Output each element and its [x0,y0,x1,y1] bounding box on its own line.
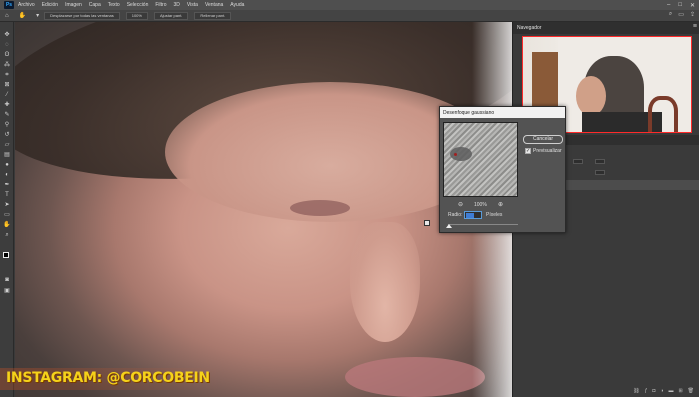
foreground-color-swatch[interactable] [3,252,9,258]
radius-slider-handle[interactable] [446,224,452,228]
dodge-tool-icon[interactable]: ◐ [0,170,14,180]
menu-capa[interactable]: Capa [89,2,101,8]
scroll-all-windows-checkbox[interactable]: Desplazarse por todas las ventanas [44,11,120,20]
options-bar: ⌂ ✋ ▾ Desplazarse por todas las ventanas… [0,10,699,22]
blur-tool-icon[interactable]: ● [0,160,14,170]
brush-tool-icon[interactable]: ✎ [0,110,14,120]
preview-spot [454,153,457,156]
radius-value [466,213,474,218]
photoshop-logo[interactable]: Ps [4,1,14,9]
trash-icon[interactable]: 🗑 [688,388,694,394]
dialog-preview[interactable] [443,122,518,197]
preview-checkbox[interactable]: ✓ [525,148,531,154]
radius-input[interactable] [464,211,482,219]
menu-seleccion[interactable]: Selección [127,2,149,8]
new-layer-icon[interactable]: ⊞ [678,388,682,394]
navigator-header: Navegador ≡ [513,22,699,34]
healing-brush-icon[interactable]: ✚ [0,100,14,110]
watermark: INSTAGRAM: @CORCOBEIN [0,360,240,397]
rectangle-tool-icon[interactable]: ▭ [0,210,14,220]
zoom-level: 100% [474,202,487,208]
close-icon[interactable]: ✕ [690,2,695,9]
eyedropper-icon[interactable]: ⁄ [0,90,14,100]
menu-ventana[interactable]: Ventana [205,2,223,8]
dialog-titlebar[interactable]: Desenfoque gaussiano [440,107,565,118]
crop-tool-icon[interactable]: ⌗ [0,70,14,80]
document-canvas[interactable] [15,22,512,397]
gradient-tool-icon[interactable]: ▤ [0,150,14,160]
menu-texto[interactable]: Texto [108,2,120,8]
eraser-tool-icon[interactable]: ▱ [0,140,14,150]
menu-ayuda[interactable]: Ayuda [230,2,244,8]
menu-imagen[interactable]: Imagen [65,2,82,8]
panel-menu-icon[interactable]: ≡ [693,23,697,30]
window-controls: – □ ✕ [667,0,695,10]
workspace-icon[interactable]: ▭ [678,11,684,18]
screen-mode-icon[interactable]: ▣ [0,286,14,296]
preview-label: Previsualizar [533,148,562,154]
zoom-out-icon[interactable]: ⊖ [458,201,463,208]
options-right-icons: ⌕ ▭ ⇪ [669,11,695,18]
type-tool-icon[interactable]: T [0,190,14,200]
zoom-in-icon[interactable]: ⊕ [498,201,503,208]
radius-slider-track[interactable] [448,224,518,225]
chevron-down-icon[interactable]: ▾ [36,12,39,19]
link-icon[interactable]: ⛓ [633,388,639,394]
menu-edicion[interactable]: Edición [42,2,58,8]
quick-mask-icon[interactable]: ◙ [0,275,14,285]
folder-icon[interactable]: ▬ [668,388,673,394]
fill-field[interactable] [595,170,605,175]
pen-tool-icon[interactable]: ✒ [0,180,14,190]
home-icon[interactable]: ⌂ [5,13,9,19]
move-tool-icon[interactable]: ✥ [0,30,14,40]
marquee-tool-icon[interactable]: ◌ [0,40,14,50]
fill-screen-button[interactable]: Rellenar pant. [194,11,232,20]
magic-wand-icon[interactable]: ⁂ [0,60,14,70]
maximize-icon[interactable]: □ [678,2,682,8]
search-icon[interactable]: ⌕ [669,11,672,18]
hand-tool-icon[interactable]: ✋ [19,12,26,19]
menu-bar: Ps Archivo Edición Imagen Capa Texto Sel… [0,0,699,10]
tools-panel: ✥ ◌ ʘ ⁂ ⌗ ⊠ ⁄ ✚ ✎ ⚲ ↺ ▱ ▤ ● ◐ ✒ T ➤ ▭ ✋ … [0,22,14,397]
mask-icon[interactable]: ◘ [652,388,655,394]
blend-field[interactable] [573,159,583,164]
menu-vista[interactable]: Vista [187,2,198,8]
lasso-tool-icon[interactable]: ʘ [0,50,14,60]
menu-archivo[interactable]: Archivo [18,2,35,8]
opacity-field[interactable] [595,159,605,164]
frame-tool-icon[interactable]: ⊠ [0,80,14,90]
hand-tool-icon[interactable]: ✋ [0,220,14,230]
share-icon[interactable]: ⇪ [690,11,695,18]
navigator-title[interactable]: Navegador [517,25,541,31]
canvas-lips-region [345,357,485,397]
unit-label: Píxeles [486,212,503,218]
minimize-icon[interactable]: – [667,2,670,8]
stamp-tool-icon[interactable]: ⚲ [0,120,14,130]
adjustment-icon[interactable]: ◑ [660,388,663,394]
canvas-nose-region [350,222,420,342]
zoom-tool-icon[interactable]: ⌕ [0,230,14,240]
menu-filtro[interactable]: Filtro [155,2,166,8]
gaussian-blur-dialog: Desenfoque gaussiano ⊖ 100% ⊕ Cancelar ✓… [439,106,566,233]
cursor-square [424,220,430,226]
history-brush-icon[interactable]: ↺ [0,130,14,140]
dialog-title: Desenfoque gaussiano [443,110,495,116]
path-selection-icon[interactable]: ➤ [0,200,14,210]
zoom-value-field[interactable]: 100% [125,11,148,20]
cancel-button[interactable]: Cancelar [523,135,563,144]
menu-3d[interactable]: 3D [174,2,180,8]
canvas-eye-region [290,200,350,216]
radius-label: Radio: [448,212,463,218]
fx-icon[interactable]: ƒ [645,388,648,394]
layers-footer: ⛓ ƒ ◘ ◑ ▬ ⊞ 🗑 [513,385,699,397]
fit-screen-button[interactable]: Ajustar pant. [153,11,189,20]
watermark-text: INSTAGRAM: @CORCOBEIN [6,370,210,386]
